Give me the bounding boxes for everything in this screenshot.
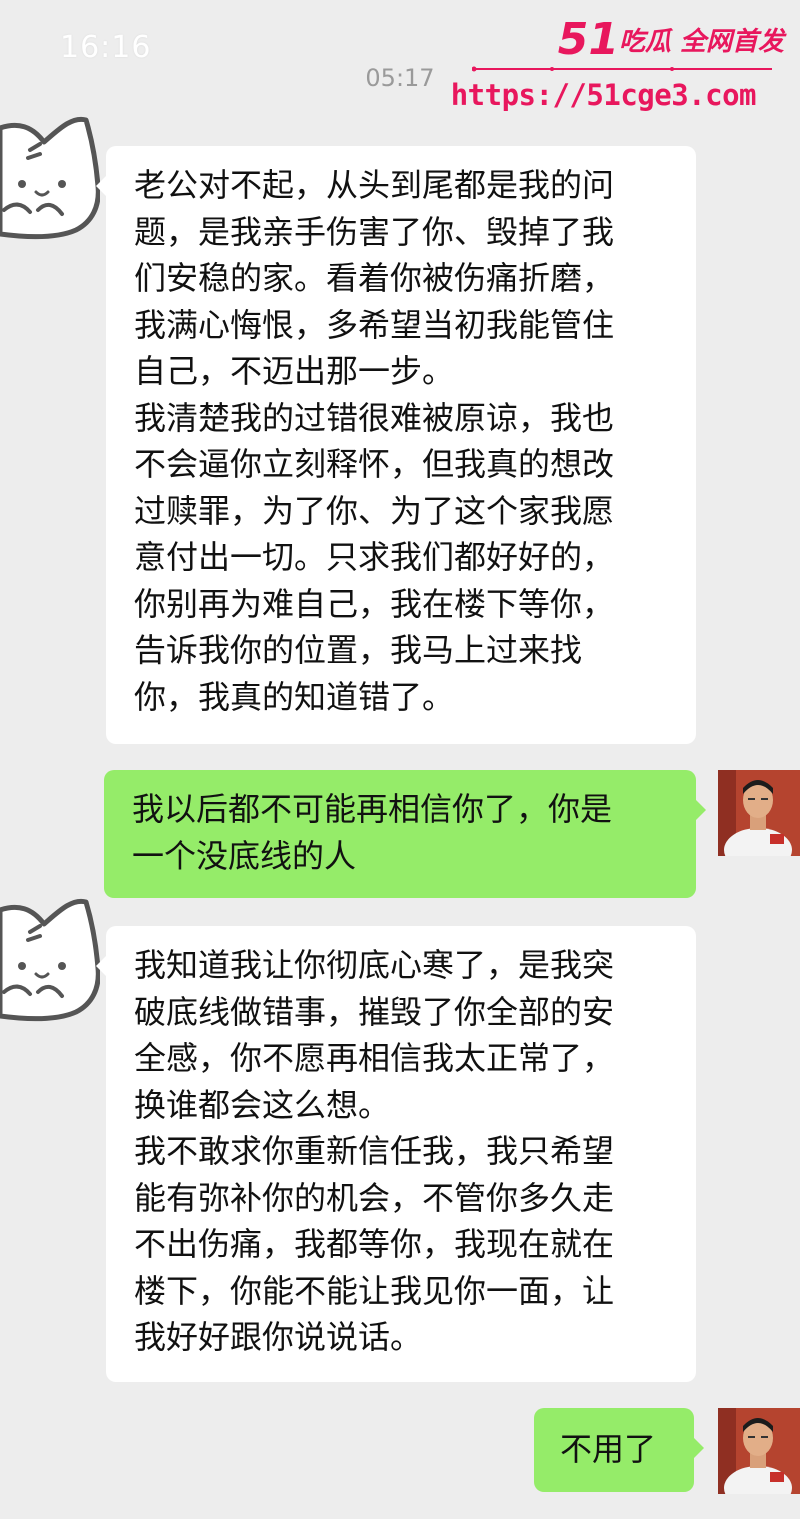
message-line: 意付出一切。只求我们都好好的，: [134, 538, 615, 576]
message-line: 我清楚我的过错很难被原谅，我也: [134, 398, 615, 437]
message-line: 能有弥补你的机会，不管你多久走: [134, 1178, 615, 1217]
message-line: 告诉我你的位置，我马上过来找: [134, 631, 583, 669]
message-line: 换谁都会这么想。: [134, 1085, 391, 1124]
watermark-url: https://51cge3.com: [450, 78, 757, 112]
message-line: 你，我真的知道错了。: [134, 677, 455, 716]
message-line: 我以后都不可能再相信你了，你是: [132, 790, 613, 828]
message-line: 过赎罪，为了你、为了这个家我愿: [134, 491, 615, 530]
message-line: 老公对不起，从头到尾都是我的问: [134, 166, 615, 204]
message-line: 自己，不迈出那一步。: [134, 352, 455, 390]
message-line: 们安稳的家。看着你被伤痛折磨，: [134, 259, 615, 297]
message-line: 题，是我亲手伤害了你、毁掉了我: [134, 212, 615, 251]
message-line: 我知道我让你彻底心寒了，是我突: [134, 946, 615, 984]
user-photo-avatar: [718, 1408, 800, 1494]
message-line: 不出伤痛，我都等你，我现在就在: [134, 1225, 615, 1263]
bubble-tail: [96, 956, 106, 976]
bubble-tail: [96, 176, 106, 196]
message-bubble-incoming[interactable]: 我知道我让你彻底心寒了，是我突 破底线做错事，摧毁了你全部的安 全感，你不愿再相…: [96, 926, 696, 1382]
cat-avatar-icon: [0, 110, 101, 260]
message-bubble-incoming[interactable]: 老公对不起，从头到尾都是我的问 题，是我亲手伤害了你、毁掉了我 们安稳的家。看着…: [96, 146, 696, 744]
message-line: 不会逼你立刻释怀，但我真的想改: [134, 445, 615, 483]
message-line: 破底线做错事，摧毁了你全部的安: [134, 992, 615, 1031]
bubble-tail: [694, 1438, 704, 1458]
self-avatar[interactable]: [718, 1408, 800, 1494]
watermark: 51吃瓜 全网首发 https://51cge3.com: [451, 14, 792, 126]
watermark-logo-number: 51: [557, 14, 619, 65]
message-line: 楼下，你能不能让我见你一面，让: [134, 1271, 615, 1310]
watermark-logo: 51吃瓜 全网首发: [558, 14, 784, 65]
user-photo-avatar: [718, 770, 800, 856]
status-bar-time: 16:16: [60, 30, 152, 65]
bubble-tail: [696, 800, 706, 820]
watermark-underline: [472, 66, 772, 72]
message-line: 你别再为难自己，我在楼下等你，: [134, 584, 615, 623]
contact-avatar[interactable]: [0, 110, 101, 260]
message-line: 全感，你不愿再相信我太正常了，: [134, 1039, 615, 1077]
message-line: 不用了: [560, 1430, 657, 1468]
message-bubble-outgoing[interactable]: 我以后都不可能再相信你了，你是 一个没底线的人: [104, 770, 706, 898]
cat-avatar-icon: [0, 892, 101, 1042]
message-bubble-outgoing[interactable]: 不用了: [534, 1408, 704, 1492]
message-line: 我满心悔恨，多希望当初我能管住: [134, 305, 615, 344]
watermark-logo-text: 吃瓜 全网首发: [618, 27, 784, 57]
message-line: 一个没底线的人: [132, 836, 357, 875]
message-line: 我好好跟你说说话。: [134, 1318, 423, 1356]
message-line: 我不敢求你重新信任我，我只希望: [134, 1132, 615, 1170]
contact-avatar[interactable]: [0, 892, 101, 1042]
self-avatar[interactable]: [718, 770, 800, 856]
